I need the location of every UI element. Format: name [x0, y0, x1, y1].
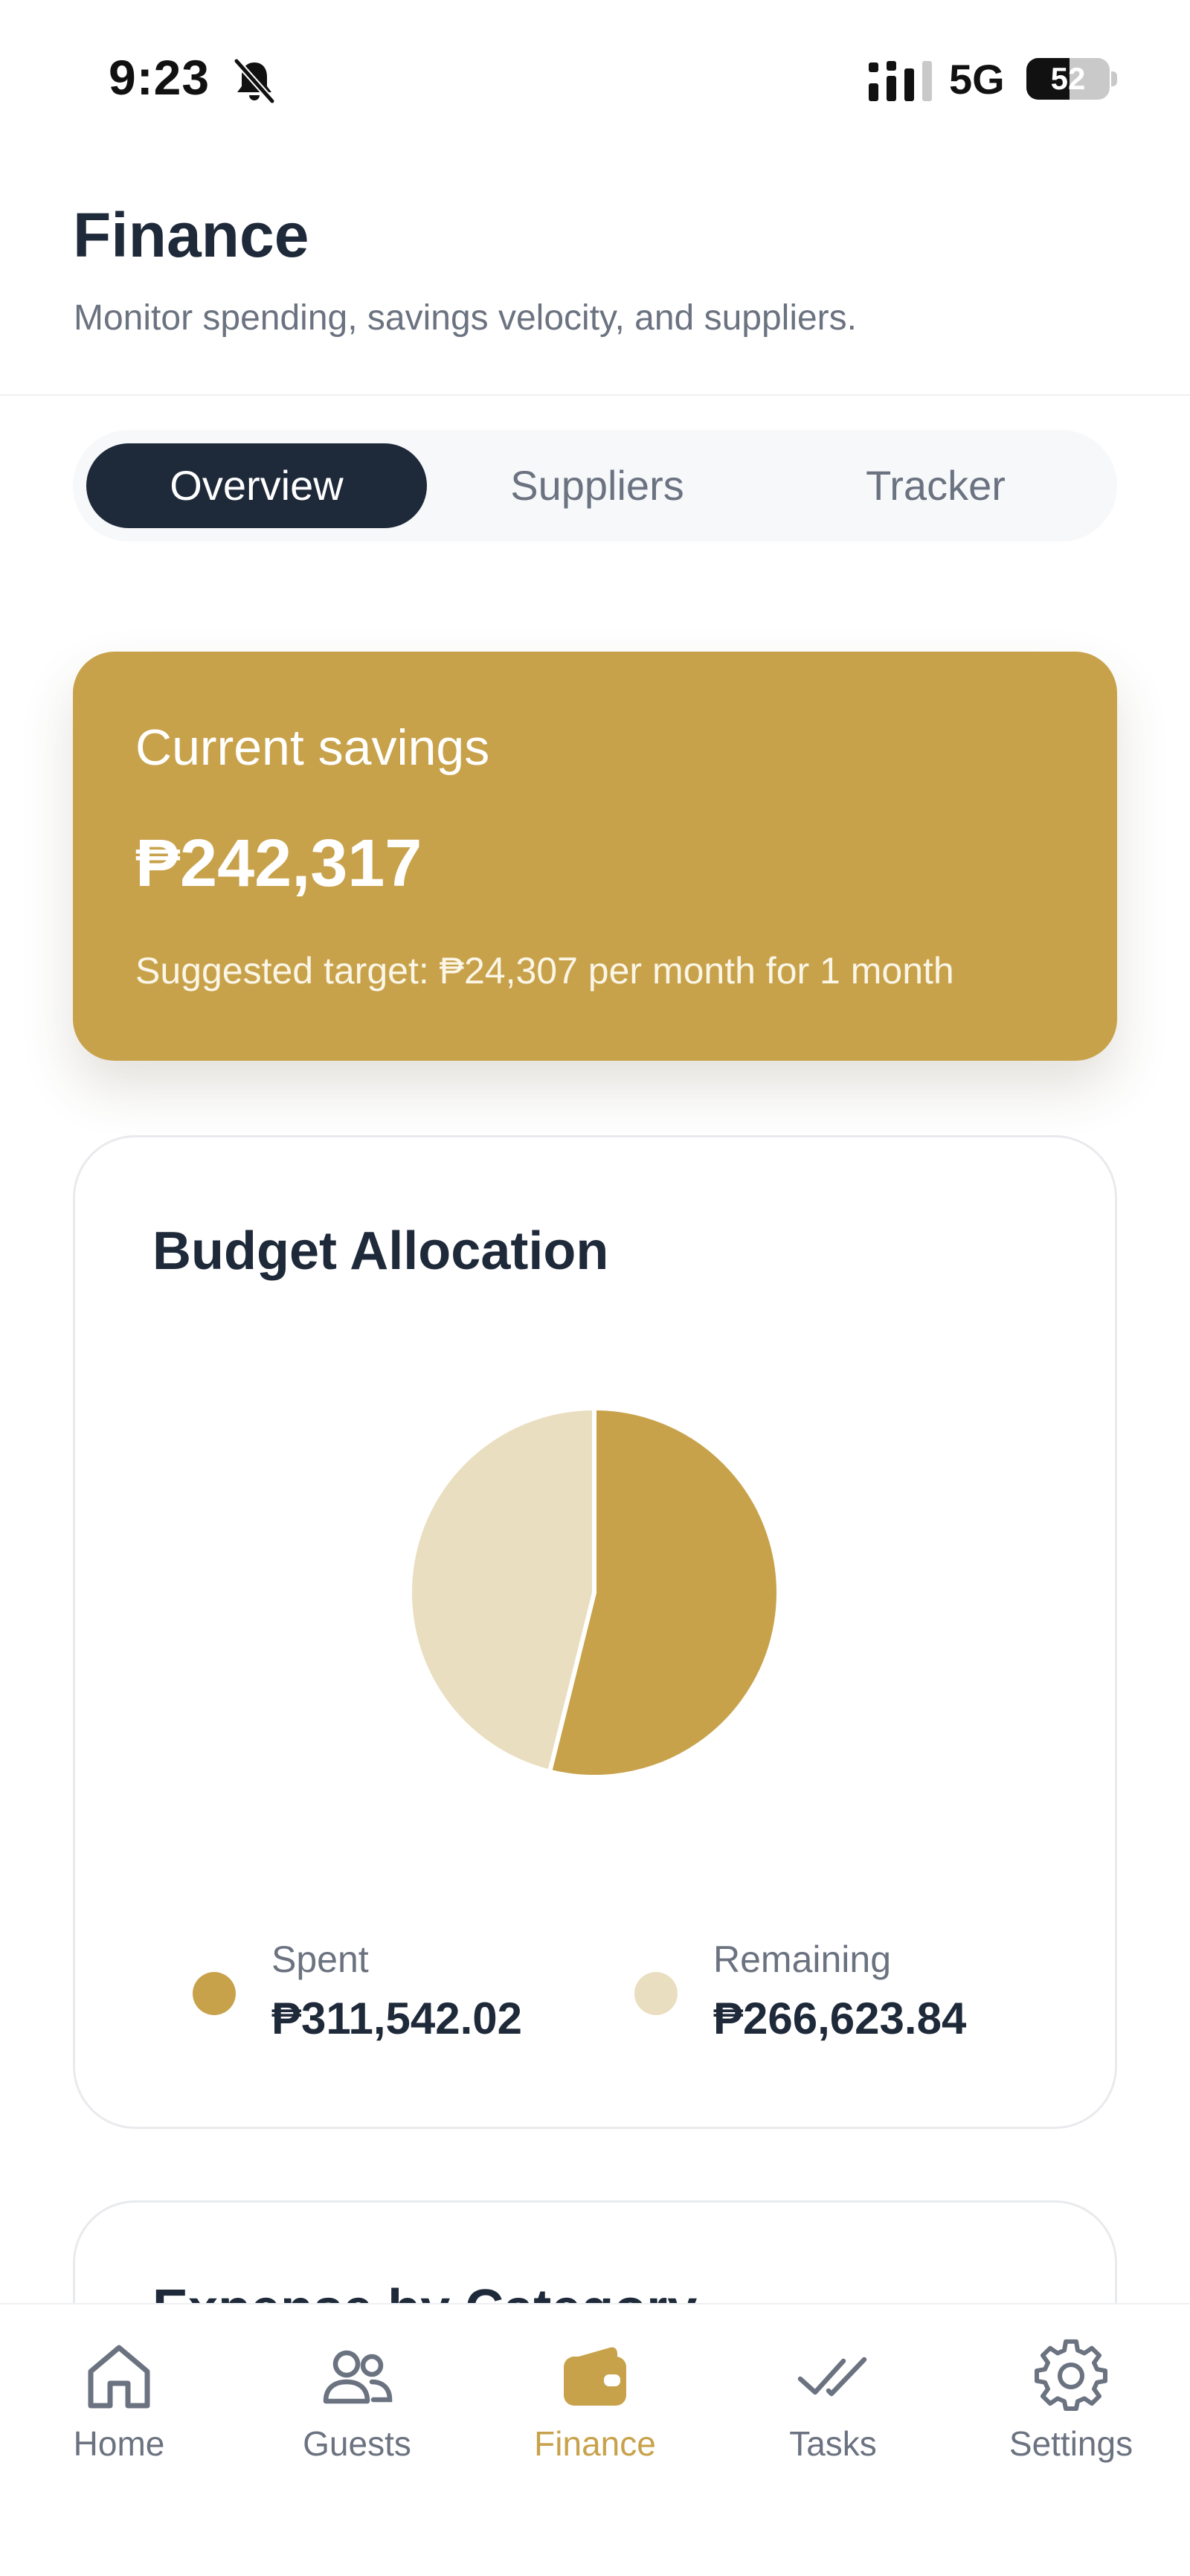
budget-title: Budget Allocation — [152, 1221, 609, 1281]
nav-label-guests: Guests — [303, 2424, 411, 2463]
savings-label: Current savings — [135, 719, 490, 776]
status-time: 9:23 — [109, 50, 210, 105]
nav-label-settings: Settings — [1009, 2424, 1133, 2463]
legend-value-spent: ₱311,542.02 — [271, 1994, 523, 2043]
savings-card: Current savings ₱242,317 Suggested targe… — [73, 652, 1117, 1061]
tab-suppliers[interactable]: Suppliers — [427, 443, 768, 528]
network-type: 5G — [949, 56, 1005, 103]
battery-nub — [1111, 71, 1117, 86]
legend-label-remaining: Remaining — [713, 1939, 892, 1980]
legend-dot-remaining — [634, 1972, 678, 2015]
legend-value-remaining: ₱266,623.84 — [713, 1994, 967, 2043]
status-bar: 9:23 5G 52 — [0, 0, 1190, 156]
page-subtitle: Monitor spending, savings velocity, and … — [74, 298, 857, 338]
legend-dot-spent — [193, 1972, 236, 2015]
budget-allocation-card: Budget Allocation Spent ₱311,542.02 Rema… — [73, 1135, 1117, 2129]
nav-label-tasks: Tasks — [789, 2424, 877, 2463]
nav-finance[interactable]: Finance — [476, 2304, 714, 2528]
signal-icon — [869, 61, 932, 101]
header-divider — [0, 394, 1190, 396]
nav-label-finance: Finance — [534, 2424, 656, 2463]
gear-icon — [1035, 2339, 1107, 2411]
bottom-nav: Home Guests Finance Tasks Settings — [0, 2303, 1190, 2576]
bell-muted-icon — [233, 58, 276, 104]
savings-amount: ₱242,317 — [135, 826, 422, 901]
nav-guests[interactable]: Guests — [238, 2304, 476, 2528]
nav-tasks[interactable]: Tasks — [714, 2304, 952, 2528]
battery-level: 52 — [1050, 61, 1086, 96]
savings-target: Suggested target: ₱24,307 per month for … — [135, 950, 954, 992]
wallet-icon — [564, 2347, 626, 2406]
home-icon — [88, 2345, 150, 2409]
budget-pie-chart — [408, 1407, 780, 1779]
finance-tabs: Overview Suppliers Tracker — [73, 430, 1117, 542]
tab-tracker[interactable]: Tracker — [768, 443, 1104, 528]
legend-label-spent: Spent — [271, 1939, 369, 1980]
tab-overview[interactable]: Overview — [86, 443, 427, 528]
page-title: Finance — [73, 200, 309, 270]
nav-settings[interactable]: Settings — [952, 2304, 1190, 2528]
double-check-icon — [797, 2357, 867, 2397]
nav-label-home: Home — [73, 2424, 165, 2463]
users-icon — [323, 2350, 393, 2404]
nav-home[interactable]: Home — [0, 2304, 238, 2528]
finance-screen: 9:23 5G 52 Finance Monitor spending, sav… — [0, 0, 1190, 2576]
battery-icon: 52 — [1026, 58, 1110, 100]
